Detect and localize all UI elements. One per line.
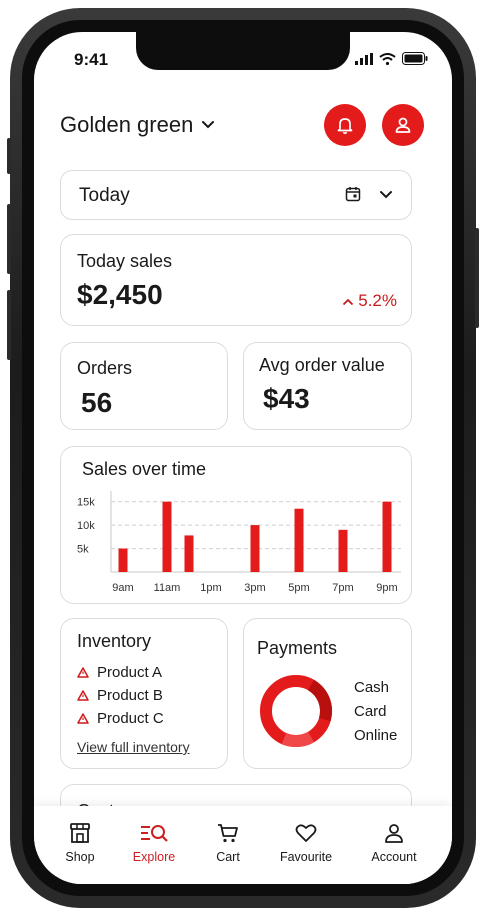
bar	[250, 525, 260, 572]
orders-title: Orders	[77, 358, 133, 378]
explore-icon	[141, 825, 168, 842]
bar	[118, 548, 128, 572]
sales-bar-chart: 15k 10k 5k 9am 11am 1pm 3pm 5pm 7pm 9pm	[77, 491, 401, 594]
bar	[294, 508, 304, 572]
view-full-inventory-link[interactable]: View full inventory	[77, 739, 190, 755]
battery-icon	[402, 52, 428, 65]
payments-card[interactable]: Payments Cash Card Online	[243, 618, 412, 769]
cart-icon	[218, 824, 238, 843]
tab-cart[interactable]: Cart	[188, 820, 268, 864]
warning-icon	[77, 713, 89, 724]
avg-order-title: Avg order value	[259, 355, 385, 375]
bar	[382, 501, 392, 572]
inventory-item-label: Product B	[97, 687, 163, 704]
sales-chart-card[interactable]: Sales over time 15k 10k 5k 9am 11am 1pm 3pm 5pm…	[60, 446, 412, 604]
status-icons	[355, 52, 428, 65]
today-sales-value: $2,450	[77, 279, 163, 310]
sales-delta: 5.2%	[342, 291, 397, 311]
mute-switch	[7, 138, 11, 174]
inventory-item[interactable]: Product A	[77, 664, 162, 681]
inventory-item-label: Product A	[97, 664, 163, 681]
tab-favourite[interactable]: Favourite	[266, 820, 346, 864]
x-tick-label: 7pm	[332, 582, 353, 594]
payments-donut-chart	[260, 675, 333, 747]
chevron-down-icon	[380, 191, 392, 199]
bottom-tab-bar: Shop Explore Cart Favourite Account	[34, 806, 452, 884]
store-selector[interactable]: Golden green	[60, 112, 215, 138]
chevron-down-icon	[202, 121, 215, 129]
screen: 9:41 Golden green Today Today sales $2,4…	[34, 32, 452, 884]
arrow-up-icon	[342, 298, 353, 306]
phone-frame: 9:41 Golden green Today Today sales $2,4…	[7, 8, 479, 908]
user-icon	[395, 117, 411, 133]
status-time: 9:41	[74, 50, 109, 69]
volume-down-button	[7, 290, 11, 360]
x-tick-label: 9am	[112, 582, 133, 594]
bar	[184, 535, 194, 572]
volume-up-button	[7, 204, 11, 274]
shop-icon	[70, 823, 90, 843]
payment-legend-online: Online	[354, 727, 398, 744]
x-tick-label: 9pm	[376, 582, 397, 594]
payment-legend-cash: Cash	[354, 679, 390, 696]
calendar-icon	[345, 187, 361, 202]
account-icon	[385, 824, 403, 843]
bar	[162, 501, 172, 572]
heart-icon	[295, 824, 317, 842]
inventory-title: Inventory	[77, 631, 152, 651]
inventory-item[interactable]: Product B	[77, 687, 163, 704]
inventory-item-label: Product C	[97, 710, 164, 727]
avg-order-value: $43	[263, 383, 310, 414]
x-tick-label: 1pm	[200, 582, 221, 594]
avg-order-card[interactable]: Avg order value $43	[243, 342, 412, 430]
inventory-card[interactable]: Inventory Product A Product B Product C …	[60, 618, 228, 769]
bar	[338, 529, 348, 572]
today-sales-title: Today sales	[77, 251, 173, 271]
sales-delta-value: 5.2%	[358, 291, 397, 310]
warning-icon	[77, 667, 89, 678]
payments-title: Payments	[257, 638, 338, 658]
bell-icon	[337, 118, 353, 134]
tab-cart-label: Cart	[216, 850, 240, 864]
date-range-value: Today	[79, 185, 130, 206]
inventory-item[interactable]: Product C	[77, 710, 164, 727]
notch	[136, 32, 350, 70]
x-tick-label: 5pm	[288, 582, 309, 594]
x-tick-label: 3pm	[244, 582, 265, 594]
tab-explore[interactable]: Explore	[114, 820, 194, 864]
profile-button[interactable]	[382, 104, 424, 146]
store-name: Golden green	[60, 112, 194, 137]
y-tick-label: 15k	[77, 497, 95, 509]
y-tick-label: 5k	[77, 544, 89, 556]
signal-icon	[355, 52, 373, 65]
payment-legend-card: Card	[354, 703, 387, 720]
today-sales-card[interactable]: Today sales $2,450 5.2%	[60, 234, 412, 326]
x-tick-label: 11am	[154, 582, 181, 594]
wifi-icon	[379, 52, 396, 65]
orders-value: 56	[81, 387, 113, 418]
tab-shop[interactable]: Shop	[40, 820, 120, 864]
orders-card[interactable]: Orders 56	[60, 342, 228, 430]
tab-account-label: Account	[371, 850, 417, 864]
tab-favourite-label: Favourite	[279, 850, 333, 864]
warning-icon	[77, 690, 89, 701]
tab-shop-label: Shop	[65, 850, 95, 864]
notifications-button[interactable]	[324, 104, 366, 146]
y-tick-label: 10k	[77, 520, 95, 532]
power-button	[475, 228, 479, 328]
tab-explore-label: Explore	[132, 850, 176, 864]
date-range-selector[interactable]: Today	[60, 170, 412, 220]
header: Golden green	[60, 102, 430, 146]
tab-account[interactable]: Account	[354, 820, 434, 864]
